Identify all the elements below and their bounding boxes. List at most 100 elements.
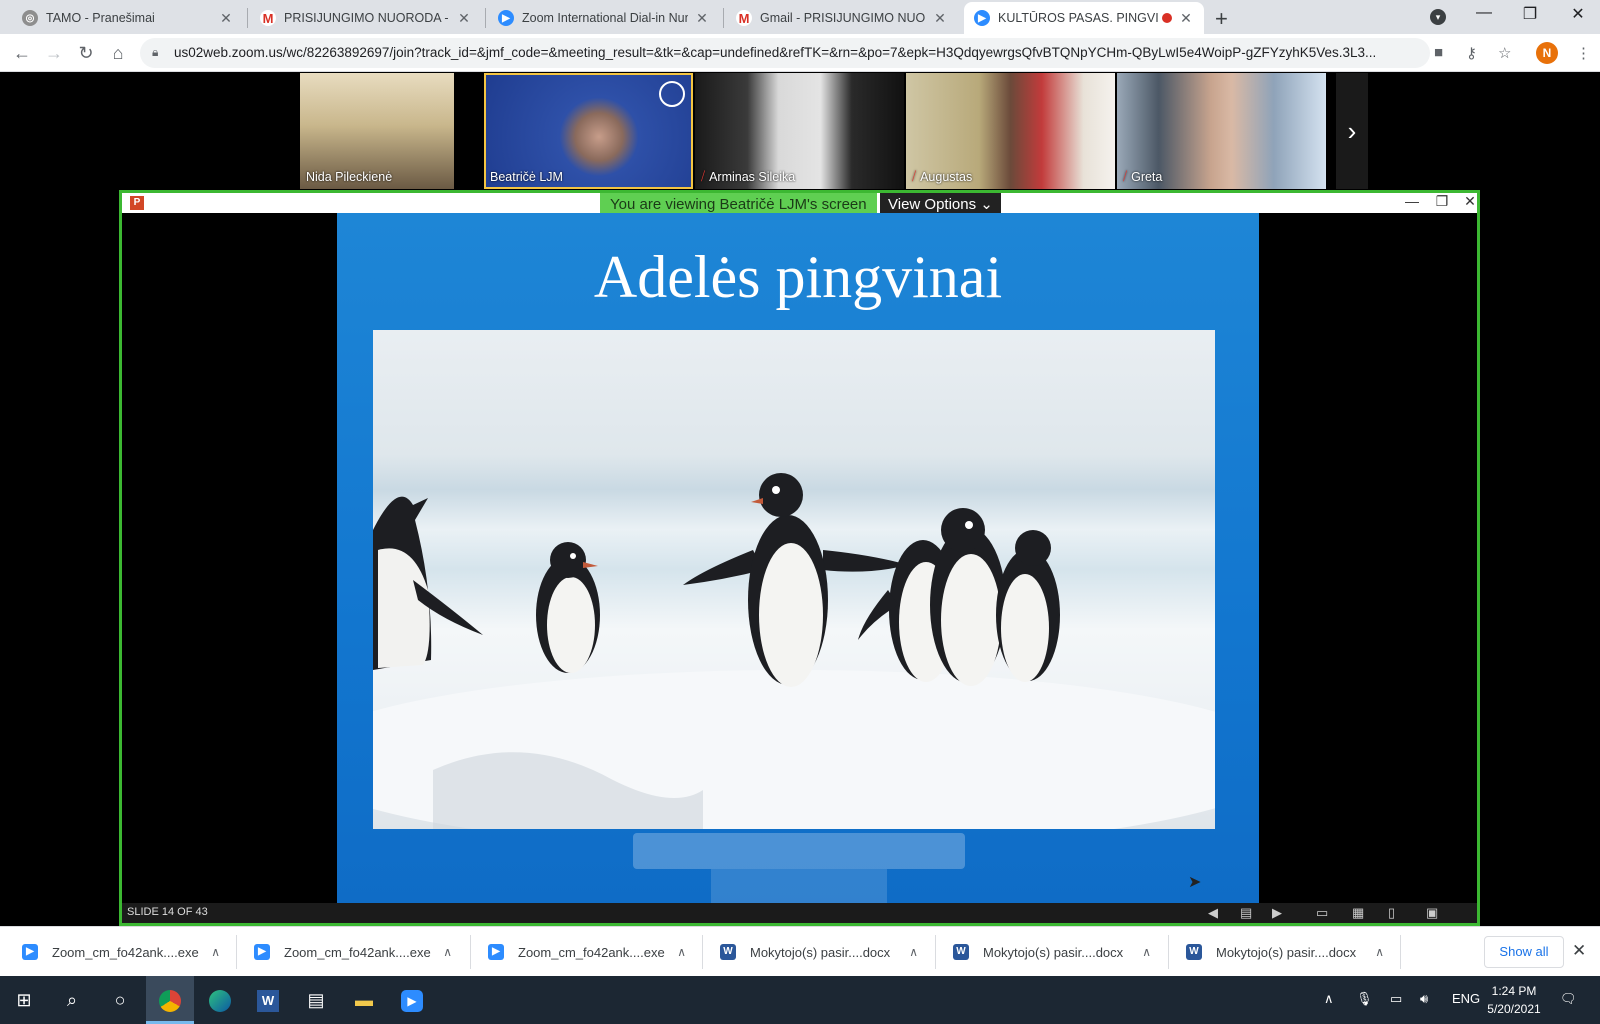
bookmark-star-icon[interactable]: ☆ <box>1498 44 1511 62</box>
close-tab-icon[interactable]: ✕ <box>1178 10 1194 27</box>
file-explorer-icon[interactable]: ▬ <box>340 976 388 1024</box>
edge-taskbar-icon[interactable] <box>196 976 244 1024</box>
word-file-icon: W <box>720 944 736 960</box>
presentation-slide: Adelės pingvinai <box>337 213 1259 907</box>
close-tab-icon[interactable]: ✕ <box>932 10 948 27</box>
chevron-up-icon[interactable]: ∧ <box>443 945 452 959</box>
participant-video-nida[interactable]: Nida Pileckienė <box>300 73 454 189</box>
participant-name: Nida Pileckienė <box>306 170 393 184</box>
normal-view-icon[interactable]: ▭ <box>1316 905 1328 921</box>
download-item[interactable]: ▶ Zoom_cm_fo42ank....exe ∧ <box>22 927 220 977</box>
download-item[interactable]: W Mokytojo(s) pasir....docx ∧ <box>953 927 1151 977</box>
zoom-icon: ▶ <box>498 10 514 26</box>
cortana-icon[interactable]: ○ <box>96 976 144 1024</box>
chevron-up-icon[interactable]: ∧ <box>1375 945 1384 959</box>
word-file-icon: W <box>1186 944 1202 960</box>
notifications-icon[interactable]: 🗨︎ <box>1560 991 1577 1007</box>
tab-separator <box>485 8 486 28</box>
chevron-up-icon[interactable]: ∧ <box>211 945 220 959</box>
tab-title: Gmail - PRISIJUNGIMO NUOROD <box>760 11 926 25</box>
participant-name: ⧸ Greta <box>1123 169 1163 184</box>
key-icon[interactable]: ⚷ <box>1466 44 1477 62</box>
download-filename: Mokytojo(s) pasir....docx <box>983 944 1124 960</box>
participant-video-beatrice[interactable]: Beatričė LJM <box>484 73 693 189</box>
notes-icon[interactable]: ▤ <box>1240 905 1252 921</box>
chevron-up-icon[interactable]: ∧ <box>677 945 686 959</box>
minimize-window-button[interactable]: — <box>1464 4 1504 22</box>
news-app-icon[interactable]: ▤ <box>292 976 340 1024</box>
close-window-button[interactable]: ✕ <box>1558 4 1598 24</box>
download-item[interactable]: ▶ Zoom_cm_fo42ank....exe ∧ <box>488 927 686 977</box>
minimize-share-button[interactable]: — <box>1400 193 1424 209</box>
download-item[interactable]: ▶ Zoom_cm_fo42ank....exe ∧ <box>254 927 452 977</box>
back-arrow-icon[interactable]: ← <box>10 41 34 65</box>
download-item[interactable]: W Mokytojo(s) pasir....docx ∧ <box>720 927 918 977</box>
participant-name: ⧸ Augustas <box>912 169 973 184</box>
tab-title: KULTŪROS PASAS. PINGVINA <box>998 11 1158 25</box>
slide-title: Adelės pingvinai <box>593 244 1003 310</box>
volume-icon[interactable]: 🔊︎ <box>1420 991 1428 1007</box>
camera-icon[interactable]: ■ <box>1434 44 1443 61</box>
browser-tab-zoom-dialin[interactable]: ▶ Zoom International Dial-in Numb ✕ <box>488 2 720 34</box>
restore-window-button[interactable]: ❐ <box>1510 4 1550 24</box>
next-slide-icon[interactable]: ▶ <box>1272 905 1282 921</box>
tab-search-icon[interactable]: ▾ <box>1430 9 1446 25</box>
close-tab-icon[interactable]: ✕ <box>456 10 472 27</box>
close-share-button[interactable]: ✕ <box>1458 193 1482 210</box>
slideshow-icon[interactable]: ▣ <box>1426 905 1438 921</box>
slide-sorter-icon[interactable]: ▦ <box>1352 905 1364 921</box>
penguin-left <box>373 496 483 670</box>
download-item[interactable]: W Mokytojo(s) pasir....docx ∧ <box>1186 927 1384 977</box>
penguin-small <box>536 542 600 673</box>
new-tab-button[interactable]: + <box>1215 6 1228 32</box>
zoom-file-icon: ▶ <box>488 944 504 960</box>
close-tab-icon[interactable]: ✕ <box>218 10 234 27</box>
browser-tab-gmail-1[interactable]: M PRISIJUNGIMO NUORODA - npil ✕ <box>250 2 482 34</box>
ljm-logo <box>659 81 685 107</box>
zoom-taskbar-icon[interactable]: ▶ <box>388 976 436 1024</box>
penguins-photo <box>373 330 1215 829</box>
home-icon[interactable]: ⌂ <box>106 41 130 65</box>
reload-icon[interactable]: ↻ <box>74 41 98 65</box>
profile-avatar[interactable]: N <box>1536 42 1558 64</box>
chrome-taskbar-icon[interactable] <box>146 976 194 1024</box>
download-filename: Zoom_cm_fo42ank....exe <box>518 944 665 960</box>
close-tab-icon[interactable]: ✕ <box>694 10 710 27</box>
next-participants-chevron-icon[interactable]: › <box>1336 73 1368 189</box>
chevron-down-icon: ⌄ <box>980 196 993 213</box>
participant-video-arminas[interactable]: ⧸ Arminas Sileika <box>695 73 904 189</box>
penguin-group-right <box>858 508 1060 686</box>
download-filename: Mokytojo(s) pasir....docx <box>750 944 891 960</box>
search-icon[interactable]: ⌕ <box>48 976 96 1024</box>
word-taskbar-icon[interactable]: W <box>244 976 292 1024</box>
forward-arrow-icon[interactable]: → <box>42 41 66 65</box>
browser-tab-gmail-2[interactable]: M Gmail - PRISIJUNGIMO NUOROD ✕ <box>726 2 958 34</box>
previous-slide-icon[interactable]: ◀ <box>1208 905 1218 921</box>
download-filename: Zoom_cm_fo42ank....exe <box>284 944 431 960</box>
close-shelf-icon[interactable]: ✕ <box>1572 941 1586 961</box>
reading-view-icon[interactable]: ▯ <box>1388 905 1395 921</box>
lock-icon: 🔒︎ <box>152 45 159 59</box>
menu-kebab-icon[interactable]: ⋮ <box>1576 44 1591 62</box>
tamo-icon: ◎ <box>22 10 38 26</box>
participant-video-augustas[interactable]: ⧸ Augustas <box>906 73 1115 189</box>
show-all-downloads-button[interactable]: Show all <box>1484 936 1564 968</box>
muted-mic-icon: ⧸ <box>701 169 706 183</box>
input-language[interactable]: ENG <box>1452 991 1480 1006</box>
word-file-icon: W <box>953 944 969 960</box>
chevron-up-icon[interactable]: ∧ <box>909 945 918 959</box>
address-bar[interactable]: 🔒︎ us02web.zoom.us/wc/82263892697/join?t… <box>140 38 1430 68</box>
download-shelf: ▶ Zoom_cm_fo42ank....exe ∧ ▶ Zoom_cm_fo4… <box>0 926 1600 976</box>
chevron-up-icon[interactable]: ∧ <box>1142 945 1151 959</box>
browser-tab-tamo[interactable]: ◎ TAMO - Pranešimai ✕ <box>12 2 244 34</box>
zoom-file-icon: ▶ <box>22 944 38 960</box>
participant-video-greta[interactable]: ⧸ Greta <box>1117 73 1326 189</box>
show-hidden-icons-chevron-icon[interactable]: ∧ <box>1324 991 1334 1007</box>
browser-tab-kulturos-pasas[interactable]: ▶ KULTŪROS PASAS. PINGVINA ✕ <box>964 2 1204 34</box>
microphone-icon[interactable]: 🎙︎ <box>1356 991 1373 1007</box>
slide-decoration <box>711 869 887 907</box>
system-clock[interactable]: 1:24 PM 5/20/2021 <box>1484 982 1544 1018</box>
network-icon[interactable]: ▭ <box>1390 991 1402 1007</box>
windows-start-icon[interactable]: ⊞ <box>0 976 48 1024</box>
restore-share-button[interactable]: ❐ <box>1430 193 1454 210</box>
